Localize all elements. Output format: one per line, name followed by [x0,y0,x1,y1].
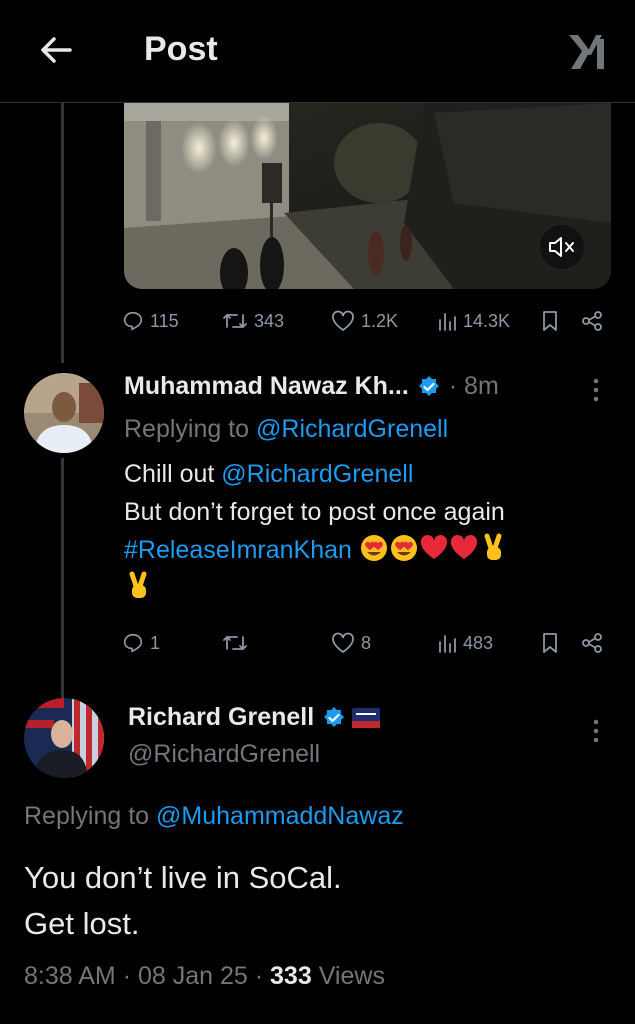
more-vertical-icon [593,378,599,402]
main-handle[interactable]: @RichardGrenell [128,740,320,769]
reply-button[interactable]: 115 [122,310,179,332]
views-chart-icon [439,313,456,331]
repost-icon [223,636,247,650]
reply-text: Chill out @RichardGrenell But don’t forg… [124,455,604,607]
more-vertical-icon [593,719,599,743]
x-logo-button[interactable] [566,31,608,73]
red-heart-emoji-icon [420,534,447,559]
verified-badge-icon [324,706,345,727]
like-count: 8 [361,633,372,653]
video-frame [124,103,611,289]
view-count: 483 [463,633,494,653]
reply-post-actions: 1 8 483 [0,630,635,660]
reply-line1-text: Chill out [124,460,222,488]
reply-icon [123,633,143,653]
affiliation-badge-icon [352,707,381,728]
red-heart-emoji-icon [450,534,477,559]
heart-icon [332,632,354,654]
replying-handle-link[interactable]: @MuhammaddNawaz [156,802,404,830]
replying-handle-link[interactable]: @RichardGrenell [256,415,448,443]
thread-line-reply [61,458,64,698]
bookmark-button[interactable] [541,632,559,654]
avatar-richard[interactable] [24,698,104,778]
mention-link[interactable]: @RichardGrenell [221,460,413,488]
timestamp-row: 8:38 AM · 08 Jan 25 · 333 Views [24,962,385,990]
heart-eyes-emoji-icon [360,535,387,561]
reply-more-button[interactable] [592,377,600,403]
back-button[interactable] [36,30,76,70]
profile-photo [24,698,104,778]
replying-prefix: Replying to [24,802,150,830]
back-arrow-icon [41,37,72,63]
avatar-muhammad[interactable] [24,373,104,453]
verified-badge-icon [418,375,439,396]
bookmark-icon [543,311,557,331]
share-icon [582,311,602,331]
hashtag-link[interactable]: #ReleaseImranKhan [124,536,352,564]
reply-line2: But don’t forget to post once again [124,498,505,526]
replying-prefix: Replying to [124,415,250,443]
video-post-actions: 115 343 1.2K 14.3K [0,308,635,338]
reply-button[interactable]: 1 [122,632,160,654]
replying-to: Replying to @MuhammaddNawaz [24,802,404,831]
video-player[interactable] [124,103,611,289]
repost-button[interactable] [222,632,254,654]
view-count: 14.3K [463,311,511,331]
views-count[interactable]: 333 [270,962,312,990]
post-time: · 8m [448,372,499,400]
repost-icon [223,314,247,328]
main-line1: You don’t live in SoCal. [24,860,342,895]
views-label: Views [318,962,385,990]
profile-photo [24,373,104,453]
author-name[interactable]: Muhammad Nawaz Kh... [124,372,409,401]
main-author-row: Richard Grenell [128,703,381,732]
reply-count: 1 [150,633,161,653]
share-button[interactable] [581,632,603,654]
author-name[interactable]: Richard Grenell [128,703,314,732]
post-date[interactable]: 08 Jan 25 [138,962,248,990]
top-bar: Post [0,0,635,103]
main-more-button[interactable] [592,718,600,744]
share-button[interactable] [581,310,603,332]
bookmark-icon [543,633,557,653]
views-button[interactable]: 483 [437,632,493,654]
mute-button[interactable] [540,225,584,269]
share-icon [582,633,602,653]
replying-to: Replying to @RichardGrenell [124,415,448,444]
victory-hand-emoji-icon [484,533,502,560]
reply-count: 115 [150,311,179,331]
heart-icon [332,310,354,332]
reply-icon [123,311,143,331]
page-title: Post [144,30,218,68]
like-button[interactable]: 8 [331,632,371,654]
views-button[interactable]: 14.3K [437,310,510,332]
post-time[interactable]: 8:38 AM [24,962,116,990]
reply-author-row: Muhammad Nawaz Kh... · 8m [124,372,499,401]
post-page: Post 115 343 1.2K 14.3K Muhammad Nawaz K… [0,0,635,1024]
heart-eyes-emoji-icon [390,535,417,561]
main-line2: Get lost. [24,906,140,941]
speaker-muted-icon [549,237,574,257]
views-chart-icon [439,635,456,653]
main-post-text: You don’t live in SoCal. Get lost. [24,855,342,947]
victory-hand-emoji-icon [129,571,147,598]
repost-count: 343 [254,311,285,331]
like-count: 1.2K [361,311,399,331]
bookmark-button[interactable] [541,310,559,332]
x-logo-icon [569,35,604,69]
repost-button[interactable]: 343 [222,310,284,332]
like-button[interactable]: 1.2K [331,310,398,332]
